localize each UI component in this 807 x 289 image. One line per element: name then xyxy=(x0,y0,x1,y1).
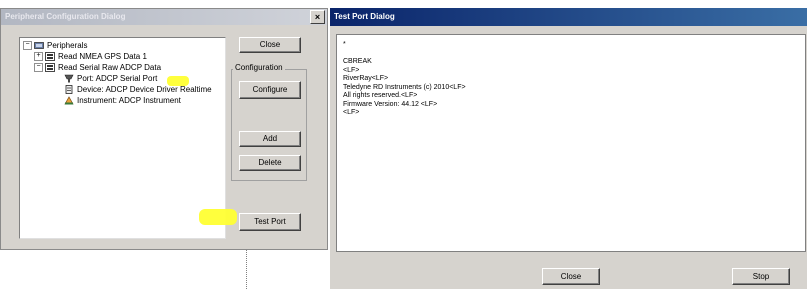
data-reader-icon xyxy=(45,52,55,62)
tree-item-label: Device: ADCP Device Driver Realtime xyxy=(77,85,212,94)
left-dialog-close-icon[interactable]: × xyxy=(310,10,325,24)
highlight-marker xyxy=(199,209,237,225)
tree-item-instrument-adcp[interactable]: Instrument: ADCP Instrument xyxy=(64,96,181,106)
left-dialog-titlebar: Peripheral Configuration Dialog × xyxy=(1,9,327,25)
peripheral-configuration-dialog: Peripheral Configuration Dialog × − Perip… xyxy=(0,8,328,250)
output-line: <LF> xyxy=(343,66,360,74)
left-dialog-title: Peripheral Configuration Dialog xyxy=(5,12,126,21)
collapse-icon[interactable]: − xyxy=(34,63,43,73)
dotted-divider xyxy=(246,250,247,289)
right-dialog-titlebar: Test Port Dialog xyxy=(330,8,807,26)
tree-item-label: Read NMEA GPS Data 1 xyxy=(58,52,147,61)
tree-item-read-serial-raw-adcp[interactable]: − Read Serial Raw ADCP Data xyxy=(34,63,161,73)
device-icon xyxy=(65,85,73,95)
output-line: RiverRay<LF> xyxy=(343,75,389,82)
delete-button[interactable]: Delete xyxy=(239,155,301,171)
port-output-textarea[interactable]: * CBREAK <LF> RiverRay<LF> Teledyne RD I… xyxy=(336,34,806,252)
test-port-close-button[interactable]: Close xyxy=(542,268,600,285)
output-line: Teledyne RD Instruments (c) 2010<LF> xyxy=(343,83,466,91)
configuration-group-label: Configuration xyxy=(233,63,285,72)
data-reader-icon xyxy=(45,63,55,73)
output-line: Firmware Version: 44.12 <LF> xyxy=(343,100,438,108)
tree-item-label: Port: ADCP Serial Port xyxy=(77,74,158,83)
output-line: * xyxy=(343,41,346,48)
tree-item-port-adcp-serial-port[interactable]: Port: ADCP Serial Port xyxy=(64,74,157,84)
tree-item-label: Read Serial Raw ADCP Data xyxy=(58,63,162,72)
tree-item-device-adcp-driver[interactable]: Device: ADCP Device Driver Realtime xyxy=(64,85,212,95)
configure-button[interactable]: Configure xyxy=(239,81,301,99)
expand-icon[interactable]: + xyxy=(34,52,43,62)
instrument-icon xyxy=(64,96,74,105)
test-port-button[interactable]: Test Port xyxy=(239,213,301,231)
stop-button[interactable]: Stop xyxy=(732,268,790,285)
output-line: <LF> xyxy=(343,109,360,116)
peripherals-tree[interactable]: − Peripherals + Read NMEA GPS Data 1 − Read… xyxy=(19,37,226,239)
test-port-dialog: Test Port Dialog * CBREAK <LF> RiverRay<… xyxy=(330,8,807,289)
tree-item-label: Peripherals xyxy=(47,41,88,50)
collapse-icon[interactable]: − xyxy=(23,41,32,51)
output-line: CBREAK xyxy=(343,58,372,65)
close-button[interactable]: Close xyxy=(239,37,301,53)
peripherals-icon xyxy=(34,42,44,50)
tree-item-label: Instrument: ADCP Instrument xyxy=(77,96,181,105)
serial-port-icon xyxy=(64,75,74,83)
right-dialog-title: Test Port Dialog xyxy=(334,12,395,21)
tree-item-peripherals[interactable]: − Peripherals xyxy=(23,41,87,51)
tree-item-read-nmea-gps[interactable]: + Read NMEA GPS Data 1 xyxy=(34,52,147,62)
dialog-button-bar: Close Stop xyxy=(330,254,807,289)
add-button[interactable]: Add xyxy=(239,131,301,147)
output-line: All rights reserved.<LF> xyxy=(343,92,418,99)
